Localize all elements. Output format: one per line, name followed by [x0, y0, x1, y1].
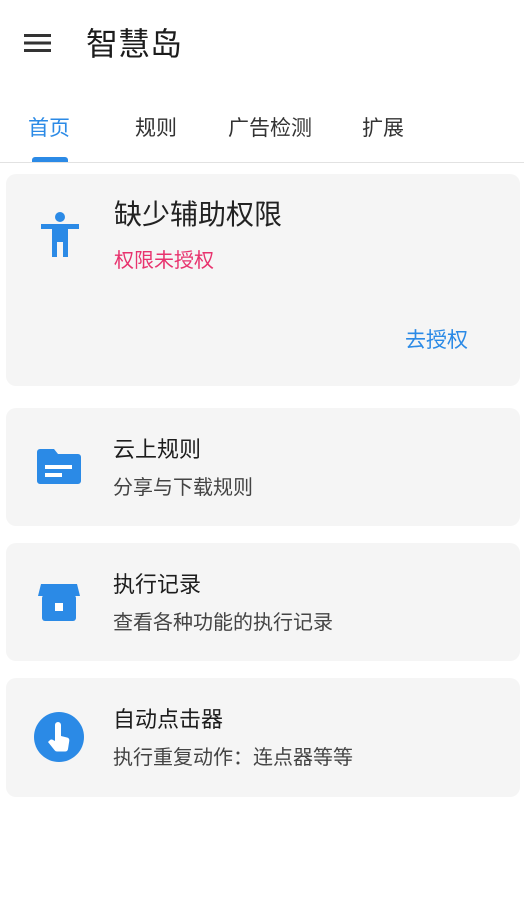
tab-bar: 首页 规则 广告检测 扩展	[0, 100, 524, 163]
auto-clicker-card[interactable]: 自动点击器 执行重复动作：连点器等等	[6, 678, 520, 797]
touch-icon	[33, 711, 85, 763]
tab-home[interactable]: 首页	[10, 100, 88, 162]
folder-icon	[36, 446, 82, 486]
tab-extensions[interactable]: 扩展	[344, 100, 422, 162]
card-subtitle: 分享与下载规则	[113, 475, 253, 499]
execution-records-card[interactable]: 执行记录 查看各种功能的执行记录	[6, 543, 520, 661]
app-bar: 智慧岛	[0, 0, 524, 90]
hamburger-menu-icon	[24, 32, 52, 58]
permission-title: 缺少辅助权限	[114, 198, 283, 231]
permission-status: 权限未授权	[114, 248, 214, 272]
cloud-rules-card[interactable]: 云上规则 分享与下载规则	[6, 408, 520, 526]
card-title: 云上规则	[113, 438, 202, 463]
tab-rules[interactable]: 规则	[116, 100, 196, 162]
menu-button[interactable]	[20, 30, 56, 60]
accessibility-icon	[36, 210, 84, 260]
tab-ad-detection[interactable]: 广告检测	[220, 100, 320, 162]
archive-icon	[36, 580, 82, 624]
authorize-button[interactable]: 去授权	[405, 324, 468, 356]
tab-active-indicator	[32, 157, 68, 162]
permission-card: 缺少辅助权限 权限未授权 去授权	[6, 174, 520, 386]
card-title: 执行记录	[113, 573, 202, 598]
card-title: 自动点击器	[113, 708, 224, 733]
app-title: 智慧岛	[86, 25, 183, 63]
card-subtitle: 查看各种功能的执行记录	[113, 610, 333, 634]
card-subtitle: 执行重复动作：连点器等等	[113, 745, 353, 769]
